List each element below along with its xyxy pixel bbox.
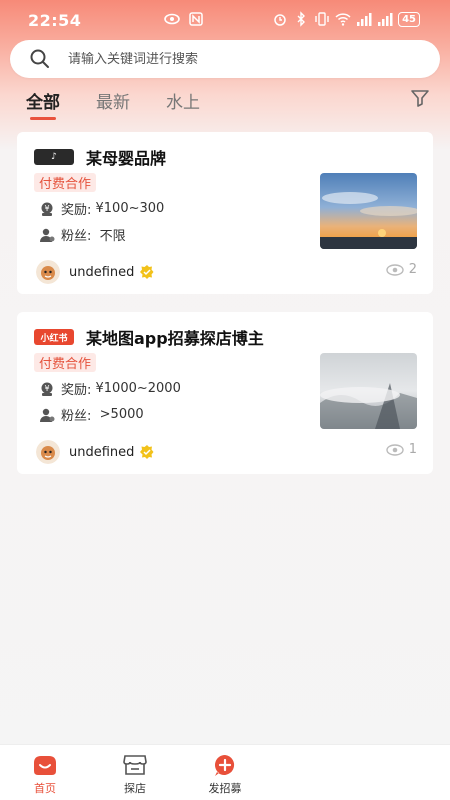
verified-badge-icon — [140, 265, 154, 279]
nav-label: 探店 — [124, 782, 146, 795]
reward-value: ¥1000~2000 — [95, 381, 181, 396]
tab-label: 最新 — [96, 93, 130, 113]
card-header: ♪ 某母婴品牌 — [34, 145, 166, 169]
fans-row: 粉丝: >5000 — [39, 405, 144, 424]
tab-all[interactable]: 全部 — [26, 88, 60, 120]
recruit-card[interactable]: ♪ 某母婴品牌 付费合作 ¥ 奖励: ¥100~300 粉丝: 不限 undef… — [17, 132, 433, 294]
reward-label: 奖励: — [61, 383, 96, 398]
view-count: 1 — [386, 442, 417, 457]
xiaohongshu-icon: 小红书 — [34, 329, 74, 345]
vibrate-icon — [315, 12, 329, 26]
tab-water[interactable]: 水上 — [166, 88, 200, 113]
bottom-nav: 首页 探店 发招募 — [0, 744, 450, 800]
reward-row: ¥ 奖励: ¥1000~2000 — [39, 379, 181, 398]
wifi-icon — [335, 13, 351, 26]
platform-badge-text: 小红书 — [40, 333, 68, 344]
author-name: undefined — [69, 444, 135, 460]
fans-label: 粉丝: — [61, 409, 100, 424]
signal-icon — [357, 13, 372, 26]
platform-badge-text: ♪ — [51, 152, 57, 162]
views-number: 2 — [408, 262, 417, 277]
status-right-icons: 45 — [272, 11, 420, 27]
tab-label: 水上 — [166, 93, 200, 113]
post-recruit-icon — [215, 755, 235, 776]
filter-icon[interactable] — [410, 88, 430, 108]
fans-value: 不限 — [99, 229, 126, 244]
svg-text:¥: ¥ — [44, 204, 49, 213]
tab-label: 全部 — [26, 93, 60, 113]
foggy-mountain-photo — [320, 353, 417, 429]
reward-row: ¥ 奖励: ¥100~300 — [39, 199, 164, 218]
alarm-icon — [274, 14, 286, 26]
tag-label: 付费合作 — [39, 357, 92, 372]
status-bar: 22:54 45 — [0, 0, 450, 40]
paid-tag: 付费合作 — [34, 353, 97, 372]
author[interactable]: undefined — [36, 440, 155, 464]
fans-row: 粉丝: 不限 — [39, 225, 126, 244]
search-input[interactable] — [68, 51, 408, 67]
search-bar[interactable] — [10, 40, 440, 78]
status-time: 22:54 — [28, 11, 82, 30]
reward-icon: ¥ — [41, 382, 53, 396]
status-left-icons — [164, 11, 204, 27]
verified-badge-icon — [140, 445, 154, 459]
recruit-card[interactable]: 小红书 某地图app招募探店博主 付费合作 ¥ 奖励: ¥1000~2000 粉… — [17, 312, 433, 474]
reward-icon: ¥ — [41, 202, 53, 216]
user-icon — [40, 408, 55, 422]
user-icon — [40, 228, 55, 242]
svg-text:¥: ¥ — [44, 384, 49, 393]
avatar — [36, 260, 60, 284]
nav-label: 发招募 — [208, 782, 242, 795]
fans-label: 粉丝: — [61, 229, 100, 244]
bluetooth-icon — [297, 11, 306, 27]
sunset-sky-photo — [320, 173, 417, 249]
douyin-icon: ♪ — [34, 149, 74, 165]
battery-level: 45 — [402, 13, 416, 25]
card-header: 小红书 某地图app招募探店博主 — [34, 325, 264, 349]
paid-tag: 付费合作 — [34, 173, 97, 192]
battery-icon: 45 — [398, 11, 420, 27]
avatar — [36, 440, 60, 464]
fans-value: >5000 — [99, 407, 144, 422]
category-tabs: 全部 最新 水上 — [26, 88, 200, 120]
tag-label: 付费合作 — [39, 177, 92, 192]
eye-icon — [386, 263, 404, 276]
signal-icon-2 — [378, 13, 393, 26]
home-icon — [34, 756, 56, 775]
nav-label: 首页 — [34, 782, 56, 795]
nav-home[interactable]: 首页 — [15, 753, 75, 796]
tab-latest[interactable]: 最新 — [96, 88, 130, 113]
eye-status-icon — [164, 13, 180, 25]
nfc-icon — [189, 12, 203, 26]
reward-label: 奖励: — [61, 203, 96, 218]
nav-store[interactable]: 探店 — [105, 753, 165, 796]
author-name: undefined — [69, 264, 135, 280]
search-icon[interactable] — [28, 47, 52, 71]
view-count: 2 — [386, 262, 417, 277]
nav-post-recruit[interactable]: 发招募 — [195, 753, 255, 796]
card-title: 某地图app招募探店博主 — [86, 329, 264, 348]
views-number: 1 — [408, 442, 417, 457]
tab-active-indicator — [30, 117, 56, 120]
eye-icon — [386, 443, 404, 456]
author[interactable]: undefined — [36, 260, 155, 284]
store-icon — [123, 755, 147, 775]
reward-value: ¥100~300 — [95, 201, 165, 216]
card-title: 某母婴品牌 — [86, 149, 167, 168]
